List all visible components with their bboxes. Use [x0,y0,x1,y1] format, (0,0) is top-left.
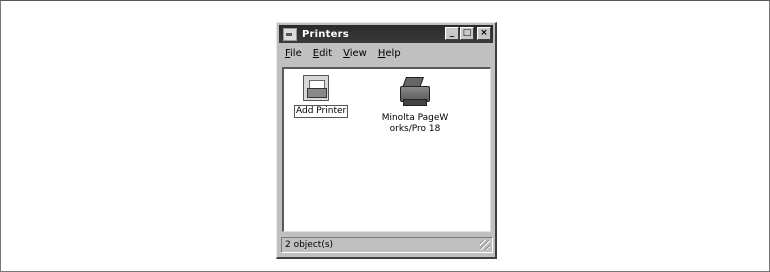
close-button[interactable]: × [477,27,491,40]
menu-bar: File Edit View Help [281,47,401,63]
menu-help-rest: elp [385,48,401,59]
menu-edit-rest: dit [319,48,333,59]
status-bar: 2 object(s) [281,237,493,253]
menu-view-rest: iew [349,48,367,59]
add-printer-label: Add Printer [294,105,349,118]
add-printer-icon [303,75,329,101]
minimize-button[interactable]: _ [445,27,459,40]
folder-content-area[interactable]: Add Printer Minolta PageWorks/Pro 18 [282,67,491,232]
menu-file-rest: ile [290,48,302,59]
status-text: 2 object(s) [285,240,334,250]
resize-grip-icon[interactable] [480,240,490,250]
minolta-printer-item[interactable]: Minolta PageWorks/Pro 18 [380,77,450,135]
printer-icon [398,77,432,107]
menu-view-hotkey: V [343,48,350,59]
add-printer-item[interactable]: Add Printer [294,75,349,118]
printers-folder-icon [283,27,297,41]
menu-edit[interactable]: Edit [313,47,332,63]
menu-file[interactable]: File [285,47,302,63]
menu-help[interactable]: Help [378,47,401,63]
minolta-printer-label: Minolta PageWorks/Pro 18 [381,113,449,134]
caption-buttons: _ □ × [445,27,491,40]
window-title: Printers [302,28,349,40]
maximize-button[interactable]: □ [460,27,474,40]
printers-window: Printers _ □ × File Edit View Help Add P… [276,22,497,259]
menu-view[interactable]: View [343,47,367,63]
title-bar[interactable]: Printers _ □ × [279,25,493,43]
